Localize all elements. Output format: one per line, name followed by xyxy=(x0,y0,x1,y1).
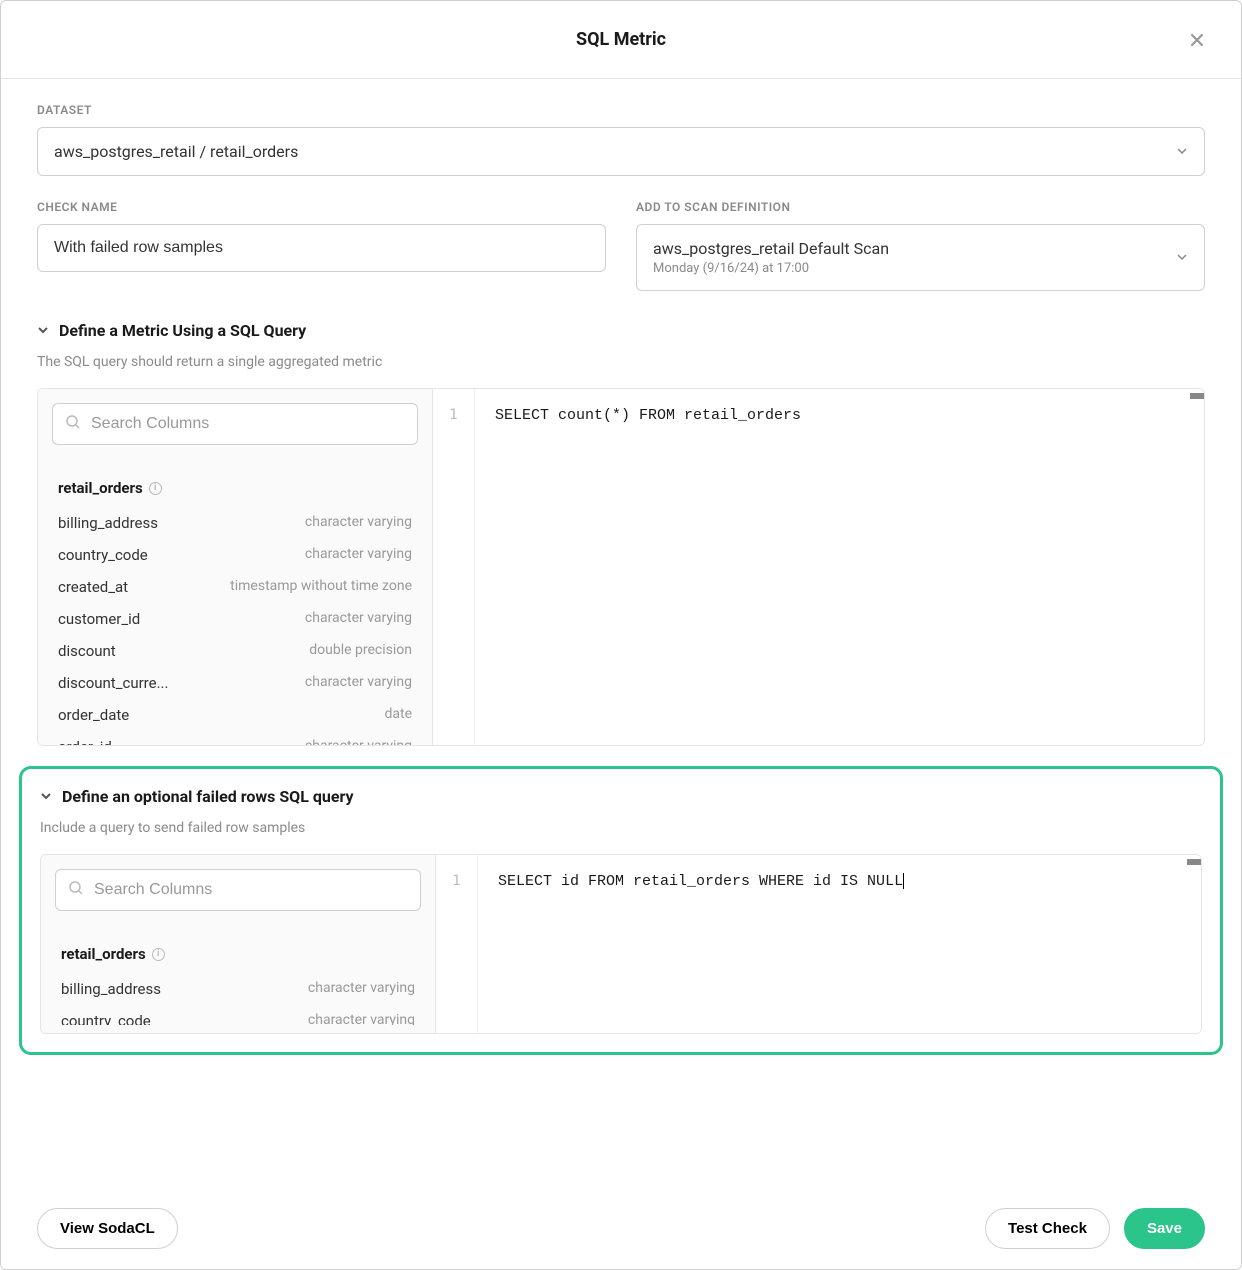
view-sodacl-button[interactable]: View SodaCL xyxy=(37,1208,178,1249)
metric-section-toggle[interactable]: Define a Metric Using a SQL Query xyxy=(37,321,1205,340)
minimap-icon xyxy=(1187,859,1201,865)
column-type: character varying xyxy=(308,1012,415,1025)
info-icon[interactable]: i xyxy=(152,948,165,961)
column-name: created_at xyxy=(58,578,128,596)
metric-columns-panel: retail_orders i billing_address character… xyxy=(38,389,433,745)
sql-metric-modal: SQL Metric DATASET aws_postgres_retail /… xyxy=(0,0,1242,1270)
column-type: character varying xyxy=(305,674,412,692)
chevron-down-icon xyxy=(1176,248,1188,267)
column-row[interactable]: billing_address character varying xyxy=(38,507,432,539)
check-name-input[interactable] xyxy=(37,224,606,272)
metric-section-hint: The SQL query should return a single agg… xyxy=(37,354,1205,370)
column-name: order_date xyxy=(58,706,129,724)
metric-table-name: retail_orders i xyxy=(38,469,432,507)
scan-def-value: aws_postgres_retail Default Scan xyxy=(653,239,889,258)
column-name: country_code xyxy=(61,1012,151,1025)
info-icon[interactable]: i xyxy=(149,482,162,495)
column-name: billing_address xyxy=(61,980,161,998)
column-name: customer_id xyxy=(58,610,140,628)
column-name: order_id xyxy=(58,738,112,745)
failed-search-input[interactable] xyxy=(94,881,408,899)
column-name: discount xyxy=(58,642,116,660)
failed-columns-panel: retail_orders i billing_address character… xyxy=(41,855,436,1033)
column-type: double precision xyxy=(309,642,412,660)
modal-title: SQL Metric xyxy=(576,29,666,50)
failed-rows-section: Define an optional failed rows SQL query… xyxy=(19,766,1223,1055)
close-icon xyxy=(1189,32,1205,48)
chevron-down-icon xyxy=(1176,142,1188,161)
failed-section-title: Define an optional failed rows SQL query xyxy=(62,787,354,806)
modal-header: SQL Metric xyxy=(1,1,1241,79)
dataset-select[interactable]: aws_postgres_retail / retail_orders xyxy=(37,127,1205,176)
cursor-icon xyxy=(903,873,904,889)
failed-section-toggle[interactable]: Define an optional failed rows SQL query xyxy=(40,787,1202,806)
save-button[interactable]: Save xyxy=(1124,1208,1205,1249)
column-name: billing_address xyxy=(58,514,158,532)
column-type: date xyxy=(384,706,412,724)
chevron-down-icon xyxy=(37,321,49,340)
column-type: character varying xyxy=(308,980,415,998)
minimap-icon xyxy=(1190,393,1204,399)
column-name: country_code xyxy=(58,546,148,564)
column-type: character varying xyxy=(305,610,412,628)
failed-gutter: 1 xyxy=(436,855,478,1033)
failed-section-hint: Include a query to send failed row sampl… xyxy=(40,820,1202,836)
column-type: timestamp without time zone xyxy=(230,578,412,596)
metric-section-title: Define a Metric Using a SQL Query xyxy=(59,321,306,340)
chevron-down-icon xyxy=(40,787,52,806)
failed-query-block: retail_orders i billing_address character… xyxy=(40,854,1202,1034)
column-row[interactable]: created_at timestamp without time zone xyxy=(38,571,432,603)
check-name-label: CHECK NAME xyxy=(37,200,606,214)
modal-footer: View SodaCL Test Check Save xyxy=(1,1188,1241,1269)
column-row[interactable]: billing_address character varying xyxy=(41,973,435,1005)
failed-editor[interactable]: 1 SELECT id FROM retail_orders WHERE id … xyxy=(436,855,1201,1033)
metric-search-box[interactable] xyxy=(52,403,418,445)
column-row[interactable]: country_code character varying xyxy=(38,539,432,571)
close-button[interactable] xyxy=(1183,26,1211,54)
dataset-value: aws_postgres_retail / retail_orders xyxy=(54,142,298,161)
metric-section: Define a Metric Using a SQL Query The SQ… xyxy=(37,321,1205,746)
failed-search-box[interactable] xyxy=(55,869,421,911)
metric-query-block: retail_orders i billing_address character… xyxy=(37,388,1205,746)
scan-def-label: ADD TO SCAN DEFINITION xyxy=(636,200,1205,214)
column-row[interactable]: discount double precision xyxy=(38,635,432,667)
metric-code[interactable]: SELECT count(*) FROM retail_orders xyxy=(475,389,1204,745)
column-type: character varying xyxy=(305,738,412,745)
metric-editor[interactable]: 1 SELECT count(*) FROM retail_orders xyxy=(433,389,1204,745)
metric-search-input[interactable] xyxy=(91,415,405,433)
modal-body: DATASET aws_postgres_retail / retail_ord… xyxy=(1,79,1241,1188)
column-name: discount_curre... xyxy=(58,674,168,692)
column-type: character varying xyxy=(305,546,412,564)
scan-def-sub: Monday (9/16/24) at 17:00 xyxy=(653,261,889,276)
metric-column-list: retail_orders i billing_address character… xyxy=(38,459,432,745)
failed-table-name: retail_orders i xyxy=(41,935,435,973)
column-row[interactable]: discount_curre... character varying xyxy=(38,667,432,699)
column-row[interactable]: order_id character varying xyxy=(38,731,432,745)
test-check-button[interactable]: Test Check xyxy=(985,1208,1110,1249)
column-type: character varying xyxy=(305,514,412,532)
failed-code[interactable]: SELECT id FROM retail_orders WHERE id IS… xyxy=(478,855,1201,1033)
column-row[interactable]: country_code character varying xyxy=(41,1005,435,1025)
failed-column-list: retail_orders i billing_address character… xyxy=(41,925,435,1025)
metric-gutter: 1 xyxy=(433,389,475,745)
column-row[interactable]: order_date date xyxy=(38,699,432,731)
scan-def-select[interactable]: aws_postgres_retail Default Scan Monday … xyxy=(636,224,1205,291)
search-icon xyxy=(68,880,84,900)
column-row[interactable]: customer_id character varying xyxy=(38,603,432,635)
dataset-label: DATASET xyxy=(37,103,1205,117)
search-icon xyxy=(65,414,81,434)
